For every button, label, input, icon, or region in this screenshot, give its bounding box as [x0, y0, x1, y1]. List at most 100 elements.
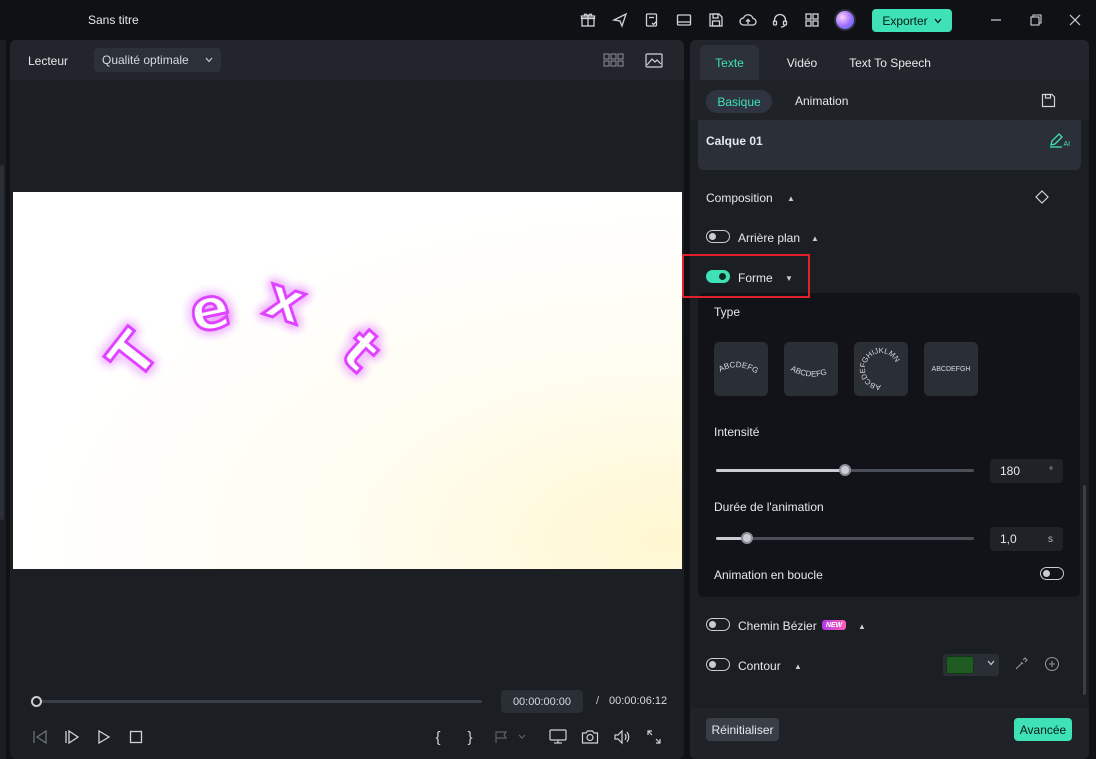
left-panel-resize-handle[interactable]: [0, 165, 4, 520]
gift-icon[interactable]: [578, 10, 598, 30]
caret-up-icon[interactable]: ▲: [811, 234, 819, 243]
property-panel: Texte Vidéo Text To Speech Basique Anima…: [690, 40, 1089, 759]
eyedropper-icon[interactable]: [1012, 655, 1030, 673]
reset-button[interactable]: Réinitialiser: [706, 718, 779, 741]
mark-in-icon[interactable]: {: [428, 727, 448, 747]
add-circle-icon[interactable]: [1043, 655, 1061, 673]
stop-icon[interactable]: [126, 727, 146, 747]
caret-up-icon[interactable]: ▲: [787, 194, 795, 203]
type-tile-circle[interactable]: ABCDEFGHIJKLMN: [854, 342, 908, 396]
subtab-animation[interactable]: Animation: [795, 94, 848, 108]
quality-value: Qualité optimale: [102, 53, 189, 67]
clipboard-check-icon[interactable]: [642, 10, 662, 30]
panel-scrollbar[interactable]: [1083, 485, 1086, 695]
preview-letter: x: [257, 262, 314, 338]
snapshot-camera-icon[interactable]: [580, 727, 600, 747]
type-tile-flat[interactable]: ABCDEFGH: [924, 342, 978, 396]
bezier-path-label: Chemin Bézier: [738, 619, 817, 633]
next-frame-icon[interactable]: [62, 727, 82, 747]
restore-icon[interactable]: [1024, 8, 1048, 32]
current-timecode[interactable]: 00:00:00:00: [501, 690, 583, 713]
intensity-slider-knob[interactable]: [839, 464, 851, 476]
duration-value: 1,0: [1000, 532, 1017, 546]
previous-frame-icon[interactable]: [30, 727, 50, 747]
project-title: Sans titre: [88, 13, 139, 27]
intensity-input[interactable]: 180 °: [990, 459, 1063, 483]
shape-settings-card: [698, 293, 1080, 597]
layer-name: Calque 01: [706, 134, 763, 148]
type-label: Type: [714, 305, 741, 319]
outline-label: Contour: [738, 659, 781, 673]
new-badge: NEW: [822, 620, 846, 630]
preview-letter: T: [94, 318, 172, 391]
caret-up-icon[interactable]: ▲: [858, 622, 866, 631]
export-button[interactable]: Exporter: [872, 9, 952, 32]
caret-up-icon[interactable]: ▲: [794, 662, 802, 671]
time-slider[interactable]: [36, 700, 482, 703]
layout-icon[interactable]: [674, 10, 694, 30]
duration-unit: s: [1048, 533, 1053, 545]
chevron-down-icon[interactable]: [987, 660, 995, 666]
preview-canvas: Te xt: [93, 260, 396, 392]
preview-letter: e: [183, 272, 236, 347]
outline-toggle[interactable]: [706, 658, 730, 671]
close-icon[interactable]: [1063, 8, 1087, 32]
grid-view-icon[interactable]: [602, 52, 626, 68]
headset-icon[interactable]: [770, 10, 790, 30]
type-tile-text: ABCDEFG: [789, 364, 828, 379]
timecode-separator: /: [596, 695, 600, 707]
time-slider-knob[interactable]: [31, 696, 42, 707]
chevron-down-icon: [205, 57, 213, 63]
fullscreen-icon[interactable]: [644, 727, 664, 747]
bezier-path-toggle[interactable]: [706, 618, 730, 631]
video-preview[interactable]: Text: [13, 192, 682, 569]
tab-text[interactable]: Texte: [700, 45, 759, 80]
quality-select[interactable]: Qualité optimale: [94, 48, 221, 72]
type-tile-text: ABCDEFGH: [931, 365, 971, 373]
svg-text:AI: AI: [1064, 141, 1071, 148]
preview-letter: t: [328, 316, 394, 385]
marker-dropdown-icon[interactable]: [492, 727, 528, 747]
grid-icon[interactable]: [802, 10, 822, 30]
mark-out-icon[interactable]: }: [460, 727, 480, 747]
subtab-basic[interactable]: Basique: [706, 90, 772, 113]
avatar-icon[interactable]: [834, 9, 856, 31]
total-timecode: 00:00:06:12: [609, 695, 668, 707]
play-icon[interactable]: [94, 727, 114, 747]
background-label: Arrière plan: [738, 231, 801, 245]
intensity-slider-fill: [716, 469, 845, 472]
svg-text:ABCDEFG: ABCDEFG: [789, 364, 828, 379]
send-icon[interactable]: [610, 10, 630, 30]
export-label: Exporter: [882, 13, 928, 28]
keyframe-diamond-icon[interactable]: [1033, 188, 1051, 206]
image-icon[interactable]: [644, 51, 664, 69]
type-tile-text: ABCDEFG: [717, 360, 760, 375]
display-settings-icon[interactable]: [548, 727, 568, 747]
background-toggle[interactable]: [706, 230, 730, 243]
svg-text:ABCDEFG: ABCDEFG: [717, 360, 760, 375]
ai-pen-icon[interactable]: AI: [1048, 130, 1072, 150]
duration-input[interactable]: 1,0 s: [990, 527, 1063, 551]
player-label: Lecteur: [28, 54, 69, 68]
type-tile-arc-up[interactable]: ABCDEFG: [714, 342, 768, 396]
preview-text: Te xt: [93, 260, 396, 392]
intensity-value: 180: [1000, 464, 1021, 478]
volume-icon[interactable]: [612, 727, 632, 747]
minimize-icon[interactable]: [984, 8, 1008, 32]
composition-label: Composition: [706, 191, 773, 205]
svg-text:ABCDEFGHIJKLMN: ABCDEFGHIJKLMN: [858, 346, 902, 392]
outline-color-swatch: [946, 656, 974, 674]
tab-text-to-speech[interactable]: Text To Speech: [840, 45, 940, 80]
shape-highlight-box: [682, 254, 810, 298]
duration-slider[interactable]: [716, 537, 974, 540]
save-preset-icon[interactable]: [1038, 90, 1058, 110]
duration-slider-knob[interactable]: [741, 532, 753, 544]
advanced-button[interactable]: Avancée: [1014, 718, 1072, 741]
intensity-unit: °: [1049, 465, 1053, 477]
intensity-label: Intensité: [714, 425, 760, 439]
loop-toggle[interactable]: [1040, 567, 1064, 580]
tab-video[interactable]: Vidéo: [776, 45, 828, 80]
type-tile-arc-down[interactable]: ABCDEFG: [784, 342, 838, 396]
save-icon[interactable]: [706, 10, 726, 30]
cloud-upload-icon[interactable]: [738, 10, 758, 30]
